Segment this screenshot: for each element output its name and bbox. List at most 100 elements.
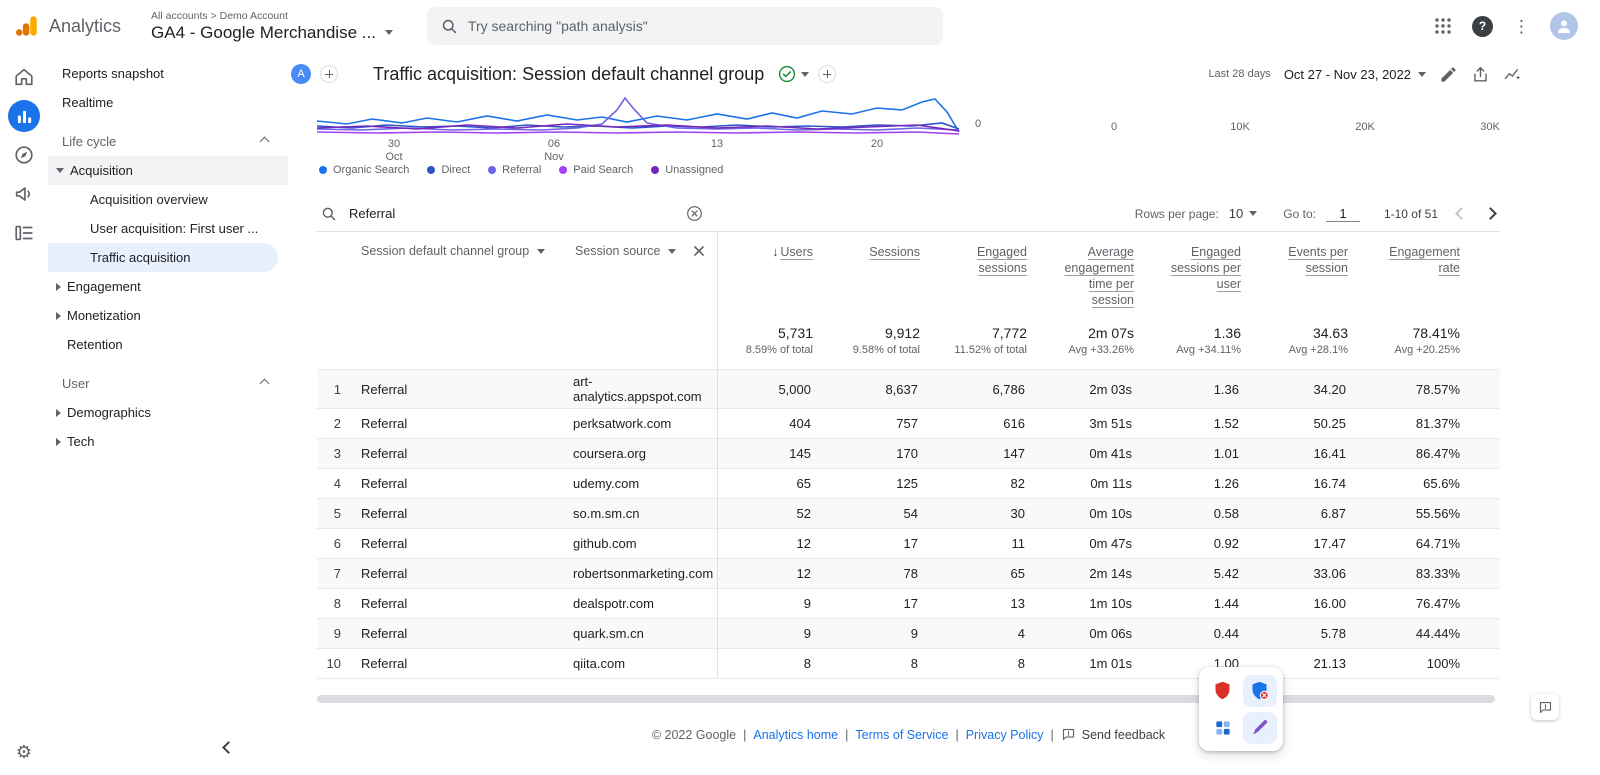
metric-header-sessions[interactable]: Sessions [813,232,920,308]
row-value-average-engagement-time-per-session: 0m 47s [1027,528,1134,559]
x-tick: 30 Oct [385,138,403,163]
legend-label: Direct [441,164,471,176]
global-search[interactable] [426,7,943,45]
row-index: 5 [317,498,351,529]
home-icon[interactable] [8,61,40,93]
browser-extensions-popup [1199,667,1283,751]
nav-section-lifecycle[interactable]: Life cycle [48,126,288,156]
row-value-events-per-session: 6.87 [1241,498,1348,529]
row-value-average-engagement-time-per-session: 3m 51s [1027,408,1134,439]
clear-filter-button[interactable] [686,205,703,222]
rows-per-page-select[interactable]: 10 [1228,206,1258,221]
metric-total-average-engagement-time-per-session: 2m 07s Avg +33.26% [1027,308,1134,370]
row-value-events-per-session: 16.74 [1241,468,1348,499]
analytics-home-link[interactable]: Analytics home [753,728,838,742]
metric-header-engaged-sessions-per-user[interactable]: Engaged sessions per user [1134,232,1241,308]
help-icon[interactable]: ? [1472,15,1493,37]
total-value: 1.36 [1213,325,1241,341]
row-value-engaged-sessions-per-user: 0.44 [1134,618,1241,649]
row-source: qiita.com [565,648,718,679]
extension-icon-blue-grid[interactable] [1206,712,1240,744]
rows-per-page-label: Rows per page: [1134,206,1219,221]
apps-grid-icon[interactable] [1434,17,1452,35]
reports-icon[interactable] [8,100,40,132]
extension-icon-red-shield[interactable] [1206,675,1240,707]
row-value-sessions: 17 [813,528,920,559]
nav-label: Reports snapshot [62,66,164,81]
property-switcher[interactable]: All accounts > Demo Account GA4 - Google… [151,10,393,43]
nav-user-acquisition[interactable]: User acquisition: First user ... [48,214,288,243]
nav-acquisition[interactable]: Acquisition [48,156,288,185]
dim-header-channel-group[interactable]: Session default channel group [351,232,565,308]
admin-gear-icon[interactable]: ⚙ [16,742,32,763]
section-label: Life cycle [62,133,117,149]
table-row-6: 6 Referral github.com 12 17 11 0m 47s 0.92 17.47… [317,528,1500,559]
rows-per-page-value: 10 [1228,206,1244,221]
nav-acquisition-overview[interactable]: Acquisition overview [48,185,288,214]
add-comparison-button[interactable] [320,65,338,83]
row-index: 4 [317,468,351,499]
nav-traffic-acquisition[interactable]: Traffic acquisition [48,243,278,272]
metric-label: Average engagement time per session [1064,245,1134,307]
date-range-picker[interactable]: Oct 27 - Nov 23, 2022 [1284,67,1426,82]
nav-label: Demographics [67,405,151,420]
bar-axis-tick: 0 [1110,121,1118,133]
next-page-button[interactable] [1481,202,1500,226]
horizontal-scrollbar[interactable] [317,695,1495,703]
user-avatar[interactable] [1550,12,1578,40]
library-icon[interactable] [8,217,40,249]
property-name: GA4 - Google Merchandise ... [151,22,376,42]
explore-icon[interactable] [8,139,40,171]
remove-dimension-button[interactable] [693,245,705,257]
nav-monetization[interactable]: Monetization [48,301,288,330]
metric-label: Engagement rate [1389,245,1460,275]
prev-page-button[interactable] [1452,202,1471,226]
clear-icon [687,206,702,221]
feedback-side-tab[interactable] [1531,694,1559,720]
metric-header-engagement-rate[interactable]: Engagement rate [1348,232,1500,308]
nav-engagement[interactable]: Engagement [48,272,288,301]
dim-header-session-source[interactable]: Session source [565,232,718,308]
kebab-menu-icon[interactable]: ⋮ [1513,18,1530,35]
nav-realtime[interactable]: Realtime [48,88,288,117]
share-icon[interactable] [1471,65,1490,84]
advertising-icon[interactable] [8,178,40,210]
extension-icon-blue-shield[interactable] [1242,674,1277,707]
terms-link[interactable]: Terms of Service [855,728,948,742]
metric-header-users[interactable]: ↓ Users [717,232,813,308]
nav-collapse-button[interactable] [218,734,239,761]
copyright: © 2022 Google [651,727,737,742]
table-filter-input[interactable] [349,206,674,221]
analytics-logo[interactable]: Analytics [14,13,121,39]
insights-icon[interactable] [1503,65,1522,84]
nav-demographics[interactable]: Demographics [48,398,288,427]
goto-page-input[interactable] [1325,205,1360,222]
send-feedback-button[interactable]: Send feedback [1061,727,1165,742]
legend-item-unassigned: Unassigned [651,164,723,176]
customize-report-icon[interactable] [1439,65,1458,84]
report-badge[interactable]: A [291,64,311,84]
table-search[interactable] [317,205,717,222]
row-channel: Referral [351,438,565,469]
legend-dot [488,166,497,174]
global-search-input[interactable] [467,18,929,34]
total-subtext: 9.58% of total [852,344,920,356]
row-source: coursera.org [565,438,718,469]
nav-retention[interactable]: Retention [48,330,288,359]
metric-total-users: 5,731 8.59% of total [717,308,813,370]
row-value-engaged-sessions-per-user: 0.92 [1134,528,1241,559]
add-report-button[interactable] [818,65,837,83]
nav-tech[interactable]: Tech [48,427,288,456]
extension-icon-purple-pen[interactable] [1242,711,1277,744]
metric-header-events-per-session[interactable]: Events per session [1241,232,1348,308]
privacy-link[interactable]: Privacy Policy [966,728,1044,742]
row-value-engaged-sessions-per-user: 1.01 [1134,438,1241,469]
row-source: perksatwork.com [565,408,718,439]
row-value-average-engagement-time-per-session: 1m 01s [1027,648,1134,679]
metric-header-average-engagement-time-per-session[interactable]: Average engagement time per session [1027,232,1134,308]
nav-reports-snapshot[interactable]: Reports snapshot [48,59,288,88]
legend-item-referral: Referral [488,164,541,176]
metric-header-engaged-sessions[interactable]: Engaged sessions [920,232,1027,308]
report-saved-badge[interactable] [778,65,810,83]
nav-section-user[interactable]: User [48,368,288,398]
